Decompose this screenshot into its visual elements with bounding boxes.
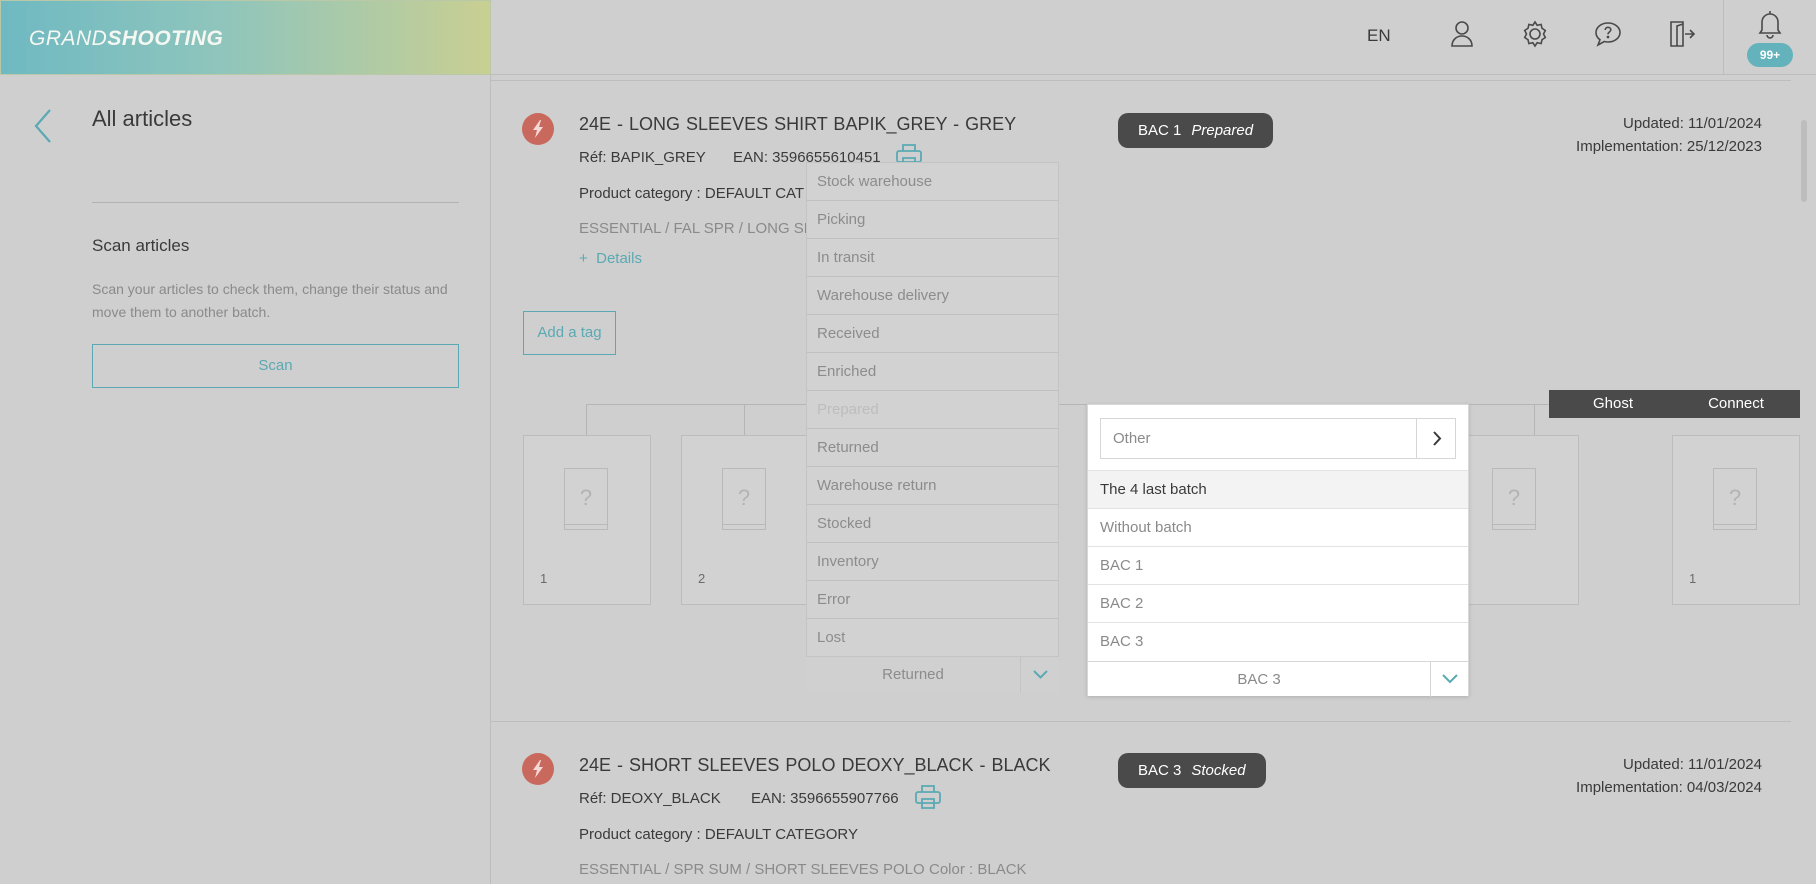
article-path: ESSENTIAL / FAL SPR / LONG SL: [579, 220, 813, 237]
status-option[interactable]: Picking: [807, 201, 1058, 239]
flash-icon: [522, 753, 554, 785]
chevron-down-icon[interactable]: [1020, 657, 1059, 693]
status-option[interactable]: Returned: [807, 429, 1058, 467]
plus-icon: +: [579, 250, 597, 267]
status-option[interactable]: Warehouse delivery: [807, 277, 1058, 315]
scan-button[interactable]: Scan: [92, 344, 459, 388]
image-placeholder-icon: ?: [1492, 468, 1536, 530]
notification-count-badge[interactable]: 99+: [1747, 43, 1793, 67]
article-ean: EAN: 3596655907766: [751, 790, 899, 807]
add-tag-button[interactable]: Add a tag: [523, 311, 616, 355]
status-option[interactable]: Enriched: [807, 353, 1058, 391]
article-title[interactable]: 24E - SHORT SLEEVES POLO DEOXY_BLACK - B…: [579, 755, 1051, 776]
batch-option[interactable]: Without batch: [1088, 508, 1468, 546]
pill-status: Prepared: [1191, 122, 1254, 139]
ghost-tab[interactable]: Ghost: [1549, 390, 1677, 418]
status-option[interactable]: Warehouse return: [807, 467, 1058, 505]
article-color: Color : BLACK: [929, 861, 1027, 878]
tree-connector: [744, 404, 745, 435]
chevron-right-icon[interactable]: [1416, 419, 1455, 458]
article-dates: Updated: 11/01/2024 Implementation: 25/1…: [1576, 112, 1762, 158]
card-number: 1: [540, 571, 548, 586]
language-selector[interactable]: EN: [1367, 26, 1391, 46]
article-path: ESSENTIAL / SPR SUM / SHORT SLEEVES POLO: [579, 861, 925, 878]
photo-card[interactable]: ? 1: [1672, 435, 1800, 605]
updated-date: Updated: 11/01/2024: [1622, 115, 1762, 132]
card-number: 2: [698, 571, 706, 586]
status-option[interactable]: Lost: [807, 619, 1058, 657]
details-link[interactable]: + Details: [579, 250, 642, 267]
batch-option[interactable]: BAC 3: [1088, 622, 1468, 660]
image-placeholder-icon: ?: [564, 468, 608, 530]
status-select-value: Returned: [882, 666, 944, 683]
flash-icon: [522, 113, 554, 145]
printer-icon[interactable]: [914, 784, 942, 810]
batch-dropdown-panel: The 4 last batch Without batch BAC 1 BAC…: [1087, 404, 1469, 697]
photo-card[interactable]: ? 2: [681, 435, 809, 605]
article-dates: Updated: 11/01/2024 Implementation: 04/0…: [1576, 753, 1762, 799]
article-ref: Réf: BAPIK_GREY: [579, 149, 706, 166]
tree-connector: [586, 404, 587, 435]
user-icon[interactable]: [1446, 18, 1478, 50]
top-bar-divider: [1723, 0, 1724, 75]
batch-option[interactable]: BAC 1: [1088, 546, 1468, 584]
logo-bar[interactable]: GRANDSHOOTING: [0, 0, 491, 75]
batch-select[interactable]: BAC 3: [1088, 661, 1468, 697]
other-batch-input[interactable]: [1101, 419, 1419, 458]
tree-connector: [1534, 404, 1535, 435]
batch-status-pill[interactable]: BAC 3 Stocked: [1118, 753, 1266, 788]
status-option[interactable]: Stock warehouse: [807, 163, 1058, 201]
article-title[interactable]: 24E - LONG SLEEVES SHIRT BAPIK_GREY - GR…: [579, 114, 1016, 135]
batch-select-value: BAC 3: [1237, 671, 1281, 688]
details-label: Details: [596, 250, 642, 267]
updated-date: Updated: 11/01/2024: [1622, 756, 1762, 773]
chevron-down-icon[interactable]: [1430, 662, 1468, 697]
sidebar-divider: [92, 202, 459, 203]
photo-card[interactable]: ? 1: [523, 435, 651, 605]
status-option[interactable]: Stocked: [807, 505, 1058, 543]
logout-door-icon[interactable]: [1665, 18, 1697, 50]
scan-section-title: Scan articles: [92, 236, 190, 255]
article-divider: [491, 80, 1791, 81]
card-number: 1: [1689, 571, 1697, 586]
batch-group-header: The 4 last batch: [1088, 470, 1468, 508]
status-option[interactable]: Received: [807, 315, 1058, 353]
batch-status-pill[interactable]: BAC 1 Prepared: [1118, 113, 1274, 148]
settings-gear-icon[interactable]: [1519, 18, 1551, 50]
implementation-date: Implementation: 04/03/2024: [1576, 779, 1762, 796]
help-bubble-icon[interactable]: [1592, 18, 1624, 50]
scan-description: Scan your articles to check them, change…: [92, 281, 448, 320]
logo: GRANDSHOOTING: [29, 27, 223, 51]
other-batch-field: [1100, 418, 1456, 459]
back-arrow-icon[interactable]: [30, 106, 56, 146]
status-select[interactable]: Returned: [806, 656, 1059, 693]
scrollbar-thumb[interactable]: [1801, 120, 1807, 202]
article-divider: [491, 721, 1791, 722]
image-placeholder-icon: ?: [1713, 468, 1757, 530]
batch-option[interactable]: BAC 2: [1088, 584, 1468, 622]
status-option[interactable]: Inventory: [807, 543, 1058, 581]
status-option[interactable]: In transit: [807, 239, 1058, 277]
implementation-date: Implementation: 25/12/2023: [1576, 138, 1762, 155]
top-bar: EN 99+: [491, 0, 1816, 75]
article-ref: Réf: DEOXY_BLACK: [579, 790, 721, 807]
page-title: All articles: [92, 106, 193, 131]
status-option-disabled: Prepared: [807, 391, 1058, 429]
bell-icon[interactable]: [1754, 8, 1786, 40]
article-category: Product category : DEFAULT CATEGORY: [579, 826, 858, 843]
pill-batch: BAC 3: [1138, 762, 1182, 779]
article-category: Product category : DEFAULT CAT: [579, 185, 805, 202]
status-option[interactable]: Error: [807, 581, 1058, 619]
logo-part-grand: GRAND: [29, 27, 108, 50]
pill-status: Stocked: [1191, 762, 1246, 779]
status-dropdown-list: Stock warehouse Picking In transit Wareh…: [806, 162, 1059, 658]
logo-part-shooting: SHOOTING: [107, 27, 224, 50]
pill-batch: BAC 1: [1138, 122, 1182, 139]
photo-card[interactable]: ?: [1451, 435, 1579, 605]
connect-tab[interactable]: Connect: [1672, 390, 1800, 418]
sidebar: All articles Scan articles Scan your art…: [0, 75, 491, 884]
image-placeholder-icon: ?: [722, 468, 766, 530]
